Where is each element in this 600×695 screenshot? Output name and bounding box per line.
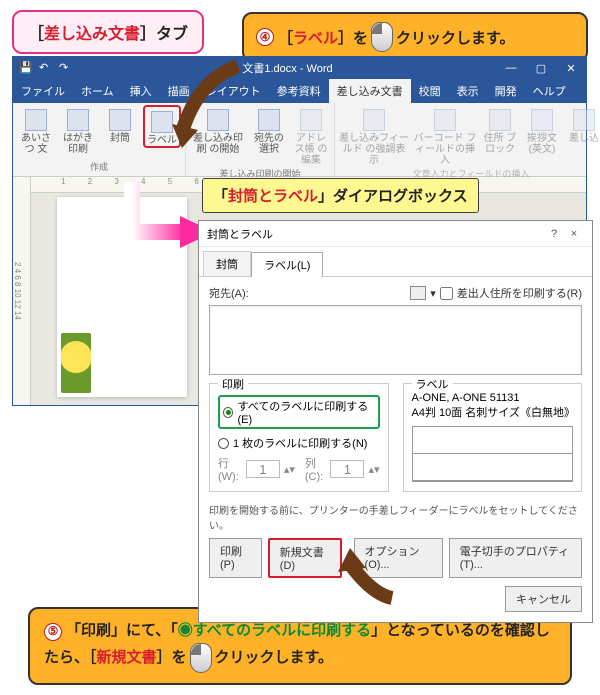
maximize-button[interactable]: ▢ (526, 57, 556, 79)
postcard-icon (67, 109, 89, 131)
tab-home[interactable]: ホーム (73, 79, 122, 103)
callout-mailings-tab: ［差し込み文書］タブ (12, 10, 204, 54)
callout-dialog-name: 「封筒とラベル」ダイアログボックス (202, 178, 479, 213)
start-merge-icon (207, 109, 229, 131)
col-input[interactable] (330, 460, 364, 478)
edit-list-button[interactable]: アドレス帳 の編集 (292, 105, 330, 166)
print-legend: 印刷 (218, 376, 248, 392)
tab-insert[interactable]: 挿入 (122, 79, 160, 103)
tab-view[interactable]: 表示 (449, 79, 487, 103)
address-icon (489, 109, 511, 131)
return-address-label: 差出人住所を印刷する(R) (457, 285, 582, 301)
document-canvas[interactable] (57, 197, 187, 397)
barcode-icon (434, 109, 456, 131)
radio-single-label[interactable]: 1 枚のラベルに印刷する(N) (218, 435, 380, 451)
address-label: 宛先(A): (209, 285, 249, 301)
envelopes-labels-dialog: 封筒とラベル ? × 封筒 ラベル(L) 宛先(A): ▾ 差出人住所を印刷する… (198, 220, 593, 623)
return-address-checkbox[interactable] (440, 287, 453, 300)
save-icon[interactable]: 💾 (19, 61, 33, 75)
step-number-4: ④ (256, 28, 274, 46)
vertical-ruler: 2 4 6 8 10 12 14 (13, 177, 31, 405)
ribbon-group-start-merge: 差し込み印刷 の開始 宛先の 選択 アドレス帳 の編集 差し込み印刷の開始 (186, 103, 335, 176)
dialog-tab-label[interactable]: ラベル(L) (251, 252, 323, 277)
edit-list-icon (300, 109, 322, 131)
radio-all-labels[interactable]: すべてのラベルに印刷する(E) (218, 395, 380, 429)
greeting-line-button[interactable]: 挨拶文 (英文) (523, 105, 561, 155)
tab-developer[interactable]: 開発 (487, 79, 525, 103)
greeting-button[interactable]: あいさつ 文 (17, 105, 55, 155)
tab-draw[interactable]: 描画 (160, 79, 198, 103)
cancel-button[interactable]: キャンセル (505, 586, 582, 612)
barcode-button[interactable]: バーコード フィールドの挿入 (413, 105, 477, 166)
spinner-icon[interactable]: ▴▾ (284, 463, 295, 476)
photo-placeholder (61, 333, 91, 393)
print-button[interactable]: 印刷(P) (209, 538, 262, 578)
highlight-icon (363, 109, 385, 131)
undo-icon[interactable]: ↶ (39, 61, 53, 75)
address-book-icon[interactable] (410, 286, 426, 300)
tab-file[interactable]: ファイル (13, 79, 73, 103)
tab-mailings[interactable]: 差し込み文書 (329, 79, 411, 103)
greeting-icon (25, 109, 47, 131)
radio-icon (218, 438, 229, 449)
radio-icon (223, 407, 233, 418)
ribbon-group-write-fields: 差し込みフィールド の強調表示 バーコード フィールドの挿入 住所 ブロック 挨… (335, 103, 600, 176)
new-document-button[interactable]: 新規文書(D) (268, 538, 342, 578)
ribbon-tabs: ファイル ホーム 挿入 描画 レイアウト 参考資料 差し込み文書 校閲 表示 開… (13, 79, 586, 103)
minimize-button[interactable]: — (496, 57, 526, 79)
tab-review[interactable]: 校閲 (411, 79, 449, 103)
tab-help[interactable]: ヘルプ (525, 79, 574, 103)
address-block-button[interactable]: 住所 ブロック (481, 105, 519, 155)
dialog-help-button[interactable]: ? (544, 228, 564, 240)
address-textarea[interactable] (209, 305, 582, 375)
label-button[interactable]: ラベル (143, 105, 181, 148)
ribbon-group-create: あいさつ 文 はがき 印刷 封筒 ラベル 作成 (13, 103, 186, 176)
label-product: A-ONE, A-ONE 51131 (412, 392, 574, 404)
start-merge-button[interactable]: 差し込み印刷 の開始 (190, 105, 246, 155)
close-button[interactable]: ✕ (556, 57, 586, 79)
envelope-icon (109, 109, 131, 131)
mouse-icon (190, 643, 212, 673)
select-recipients-button[interactable]: 宛先の 選択 (250, 105, 288, 155)
print-panel: 印刷 すべてのラベルに印刷する(E) 1 枚のラベルに印刷する(N) 行(W):… (209, 383, 389, 492)
redo-icon[interactable]: ↷ (59, 61, 73, 75)
row-input[interactable] (246, 460, 280, 478)
dialog-titlebar: 封筒とラベル ? × (199, 221, 592, 247)
label-description: A4判 10面 名刺サイズ《白無地》 (412, 404, 574, 420)
label-icon (151, 111, 173, 133)
highlight-fields-button[interactable]: 差し込みフィールド の強調表示 (339, 105, 409, 166)
label-legend: ラベル (412, 376, 453, 392)
dialog-close-button[interactable]: × (564, 228, 584, 240)
ribbon: あいさつ 文 はがき 印刷 封筒 ラベル 作成 差し込み印刷 の開始 宛先の 選… (13, 103, 586, 177)
step-number-5: ⑤ (44, 623, 62, 641)
title-bar: 💾 ↶ ↷ 文書1.docx - Word — ▢ ✕ (13, 57, 586, 79)
quick-access-toolbar: 💾 ↶ ↷ (13, 61, 79, 75)
spinner-icon[interactable]: ▴▾ (368, 463, 379, 476)
epostage-button[interactable]: 電子切手のプロパティ(T)... (449, 538, 582, 578)
postcard-button[interactable]: はがき 印刷 (59, 105, 97, 155)
dialog-title: 封筒とラベル (207, 226, 544, 242)
tab-references[interactable]: 参考資料 (269, 79, 329, 103)
tab-layout[interactable]: レイアウト (198, 79, 269, 103)
insert-field-button[interactable]: 差し込 (565, 105, 600, 144)
window-title: 文書1.docx - Word (79, 60, 496, 76)
insert-icon (573, 109, 595, 131)
dialog-tab-envelope[interactable]: 封筒 (203, 251, 251, 276)
feeder-note: 印刷を開始する前に、プリンターの手差しフィーダーにラベルをセットしてください。 (209, 502, 582, 532)
recipients-icon (258, 109, 280, 131)
dropdown-icon[interactable]: ▾ (430, 287, 436, 300)
options-button[interactable]: オプション(O)... (354, 538, 443, 578)
label-preview[interactable] (412, 426, 574, 482)
greet-icon (531, 109, 553, 131)
callout-click-label: ④ ［ラベル］を クリックします。 (242, 12, 588, 62)
envelope-button[interactable]: 封筒 (101, 105, 139, 144)
label-panel: ラベル A-ONE, A-ONE 51131 A4判 10面 名刺サイズ《白無地… (403, 383, 583, 492)
mouse-icon (371, 22, 393, 52)
